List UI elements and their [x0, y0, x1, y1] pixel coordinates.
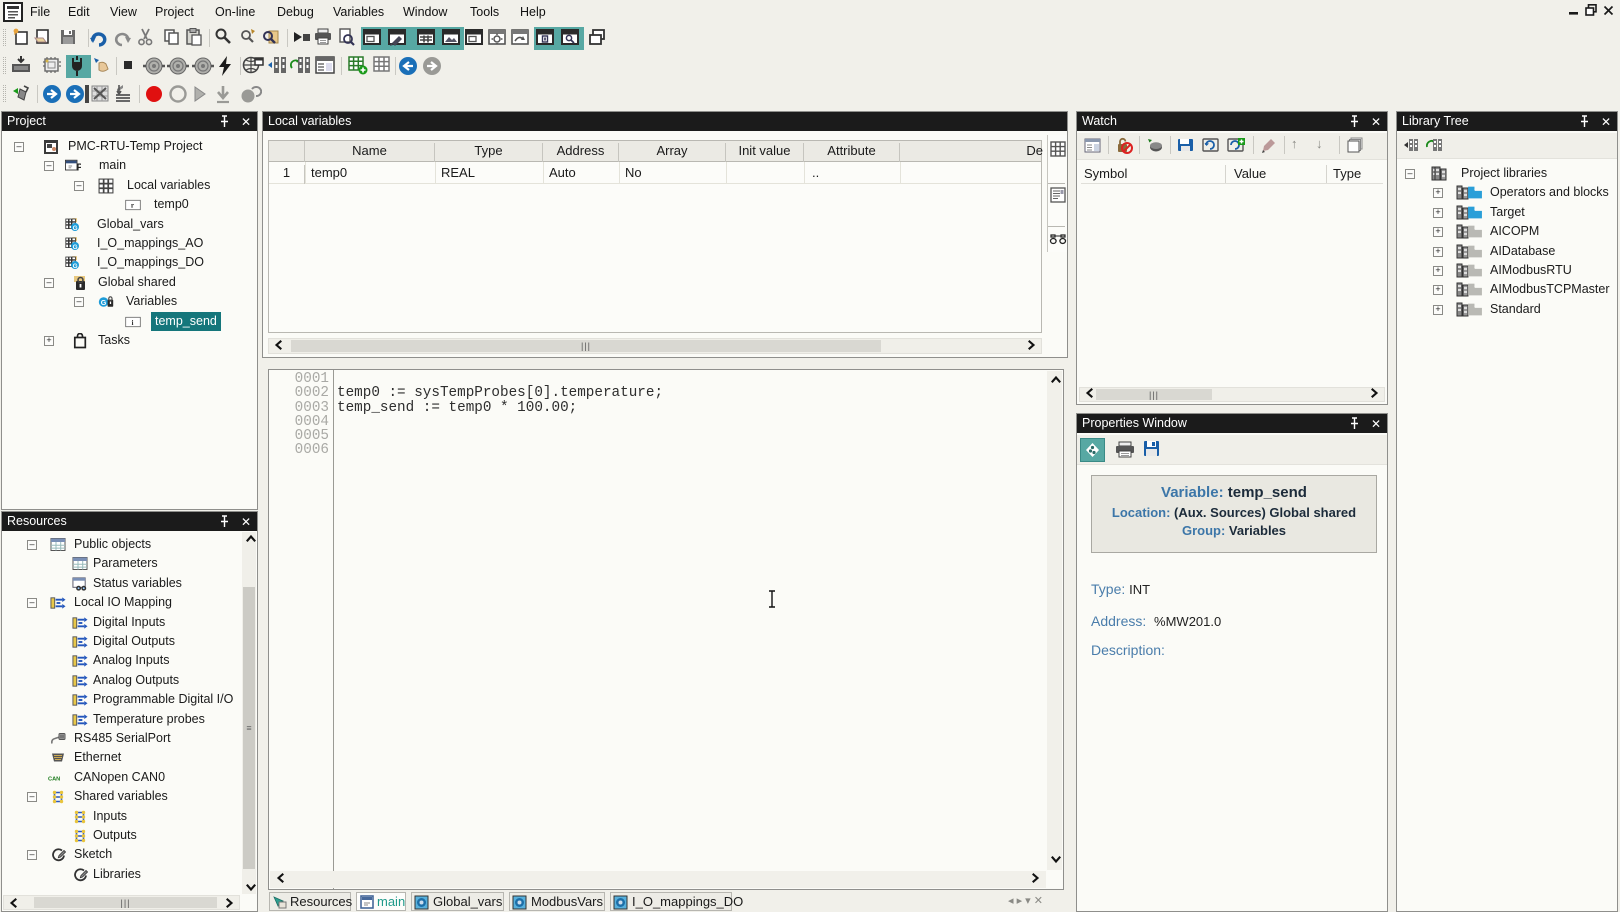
svg-text:G: G	[73, 224, 78, 231]
svg-text:G: G	[73, 244, 78, 251]
svg-text:P: P	[77, 163, 81, 174]
svg-text:G: G	[101, 298, 107, 307]
svg-text:G: G	[73, 263, 78, 270]
svg-text:CAN: CAN	[48, 776, 60, 782]
svg-text:i: i	[132, 319, 134, 327]
